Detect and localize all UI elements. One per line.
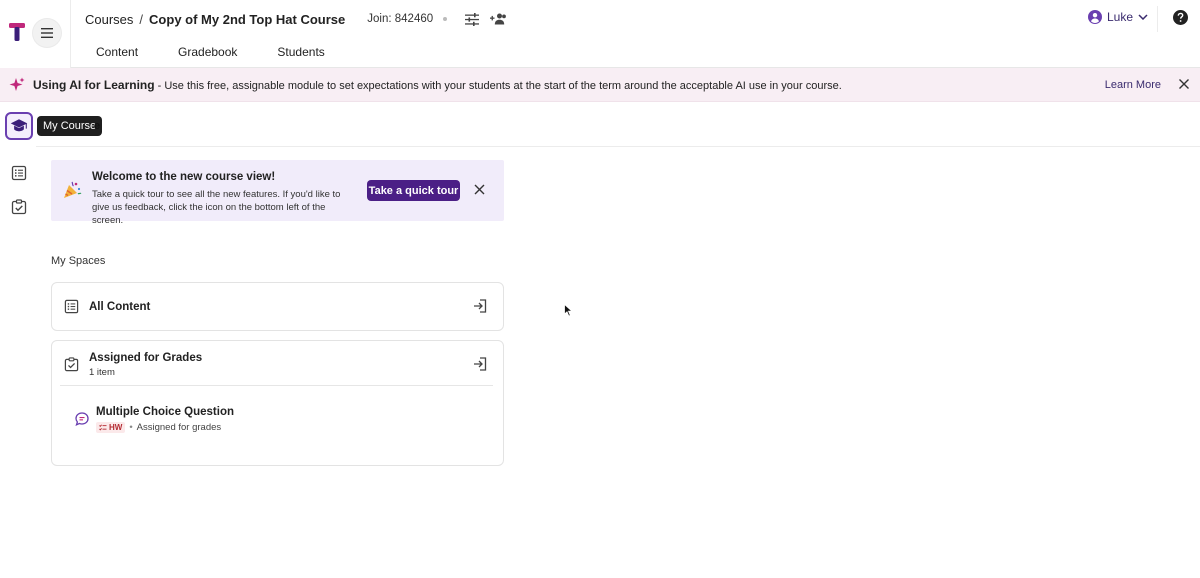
course-header: Courses / Copy of My 2nd Top Hat Course … (71, 0, 1200, 68)
my-course-tooltip: My Course (37, 116, 103, 136)
page-title-fragment: e (94, 120, 101, 132)
enter-icon[interactable] (473, 299, 487, 313)
close-icon[interactable] (474, 184, 485, 195)
assigned-for-grades-card: Assigned for Grades 1 item Multiple Choi… (51, 340, 504, 466)
hamburger-menu-button[interactable] (33, 19, 61, 47)
banner-description: - Use this free, assignable module to se… (154, 80, 842, 92)
meta-separator: • (129, 422, 133, 433)
my-spaces-heading: My Spaces (51, 255, 106, 267)
help-icon (1173, 10, 1188, 25)
clipboard-check-icon (64, 357, 79, 372)
user-menu-button[interactable]: Luke (1087, 10, 1148, 24)
clipboard-check-icon (11, 199, 27, 215)
tab-content[interactable]: Content (96, 45, 138, 59)
add-students-button[interactable] (489, 10, 507, 28)
breadcrumb: Courses / Copy of My 2nd Top Hat Course … (85, 10, 507, 28)
user-name: Luke (1106, 10, 1133, 24)
sparkle-icon (9, 77, 25, 91)
hw-badge-label: HW (109, 423, 123, 432)
breadcrumb-courses-link[interactable]: Courses (85, 12, 133, 27)
breadcrumb-separator: / (139, 11, 144, 27)
course-title: Copy of My 2nd Top Hat Course (149, 11, 346, 27)
assigned-count: 1 item (89, 367, 115, 378)
separator-dot (443, 17, 448, 21)
chevron-down-icon (1138, 14, 1148, 20)
close-icon[interactable] (1178, 78, 1190, 90)
all-content-card[interactable]: All Content (51, 282, 504, 331)
join-code: Join: 842460 (367, 13, 434, 25)
list-icon (11, 165, 27, 181)
tab-gradebook[interactable]: Gradebook (178, 45, 237, 59)
course-settings-button[interactable] (463, 10, 481, 28)
item-status: Assigned for grades (136, 422, 222, 433)
hw-badge: HW (96, 422, 126, 433)
welcome-card: Welcome to the new course view! Take a q… (51, 160, 504, 226)
tab-students[interactable]: Students (277, 45, 324, 59)
tophat-logo-icon[interactable] (9, 23, 25, 43)
party-popper-icon (64, 181, 82, 198)
hamburger-icon (41, 28, 53, 38)
section-divider (36, 146, 1200, 147)
item-title[interactable]: Multiple Choice Question (96, 406, 234, 418)
welcome-body: Take a quick tour to see all the new fea… (92, 189, 341, 226)
learn-more-link[interactable]: Learn More (1105, 79, 1161, 91)
ai-learning-banner: Using AI for Learning - Use this free, a… (0, 68, 1200, 102)
rail-assigned-button[interactable] (5, 193, 33, 221)
list-icon (64, 299, 79, 314)
help-button[interactable] (1173, 10, 1188, 28)
card-divider (60, 385, 493, 386)
item-meta: HW • Assigned for grades (96, 422, 221, 433)
enter-icon[interactable] (473, 357, 487, 371)
sliders-icon (465, 12, 480, 26)
mouse-cursor-icon (564, 304, 573, 317)
course-tabs: Content Gradebook Students (96, 45, 365, 59)
all-content-title: All Content (89, 301, 151, 313)
question-bubble-icon (75, 412, 89, 426)
rail-my-course-button[interactable] (5, 112, 33, 140)
user-avatar-icon (1087, 10, 1102, 24)
add-people-icon (489, 13, 506, 25)
assigned-title: Assigned for Grades (89, 352, 203, 364)
rail-content-button[interactable] (5, 159, 33, 187)
quick-tour-button[interactable]: Take a quick tour (367, 180, 460, 201)
header-right-divider (1157, 6, 1158, 32)
checklist-icon (99, 424, 107, 431)
banner-text: Using AI for Learning - Use this free, a… (33, 78, 842, 92)
welcome-title: Welcome to the new course view! (92, 171, 276, 183)
banner-title: Using AI for Learning (33, 78, 155, 92)
graduation-cap-icon (10, 119, 28, 132)
